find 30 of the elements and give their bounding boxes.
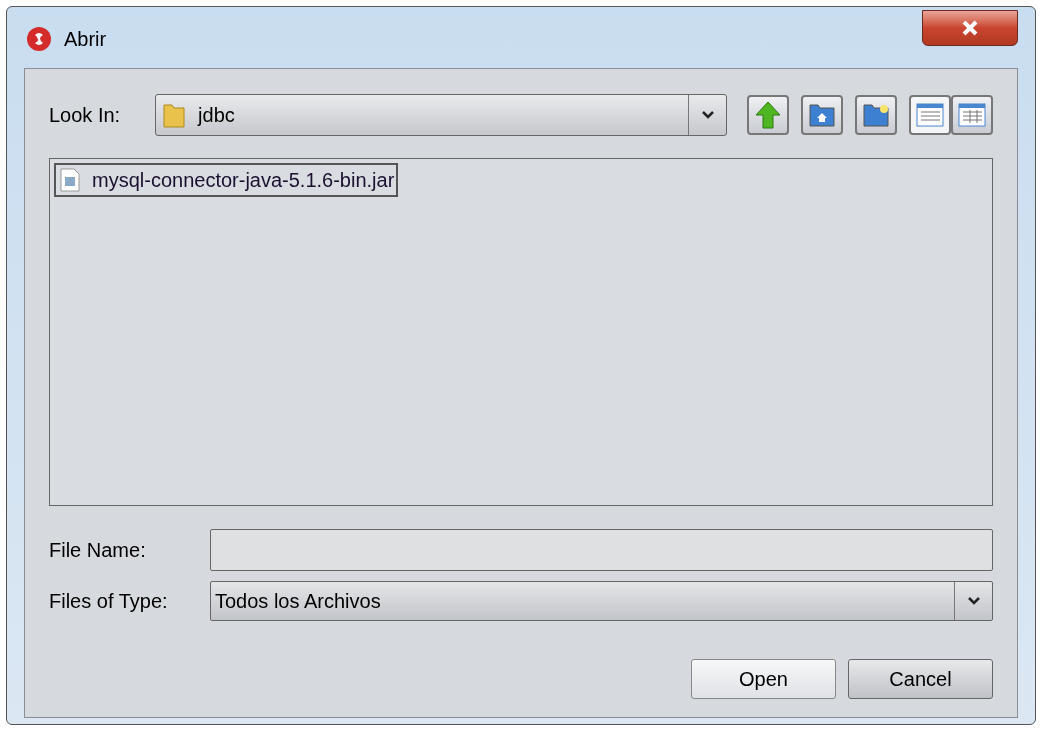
new-folder-button[interactable] <box>855 95 897 135</box>
file-type-label: Files of Type: <box>49 589 169 614</box>
close-icon <box>961 20 979 36</box>
look-in-label: Look In: <box>49 103 122 128</box>
folder-icon <box>162 101 187 129</box>
close-button[interactable] <box>922 10 1018 46</box>
file-item[interactable]: mysql-connector-java-5.1.6-bin.jar <box>54 163 399 197</box>
dialog-button[interactable]: Open <box>691 659 836 699</box>
up-arrow-icon <box>755 101 781 129</box>
home-folder-button[interactable] <box>801 95 843 135</box>
file-name-label: File Name: <box>49 538 147 563</box>
chevron-down-icon <box>700 110 715 120</box>
file-name-field[interactable] <box>210 529 993 571</box>
dialog-button[interactable]: Cancel <box>848 659 993 699</box>
list-view-icon <box>916 103 944 127</box>
app-logo-icon <box>26 26 52 52</box>
look-in-dropdown[interactable]: jdbc <box>155 94 727 136</box>
file-icon <box>60 168 80 192</box>
new-folder-icon <box>862 102 890 128</box>
details-view-button[interactable] <box>951 95 993 135</box>
file-type-dropdown[interactable]: Todos los Archivos <box>210 581 993 621</box>
details-view-icon <box>958 103 986 127</box>
chevron-down-icon <box>966 596 981 606</box>
file-type-value: Todos los Archivos <box>214 589 382 614</box>
list-view-button[interactable] <box>909 95 951 135</box>
look-in-value: jdbc <box>198 103 236 128</box>
window-title: Abrir <box>64 27 107 52</box>
file-name: mysql-connector-java-5.1.6-bin.jar <box>92 168 395 193</box>
home-folder-icon <box>808 102 836 128</box>
up-folder-button[interactable] <box>747 95 789 135</box>
